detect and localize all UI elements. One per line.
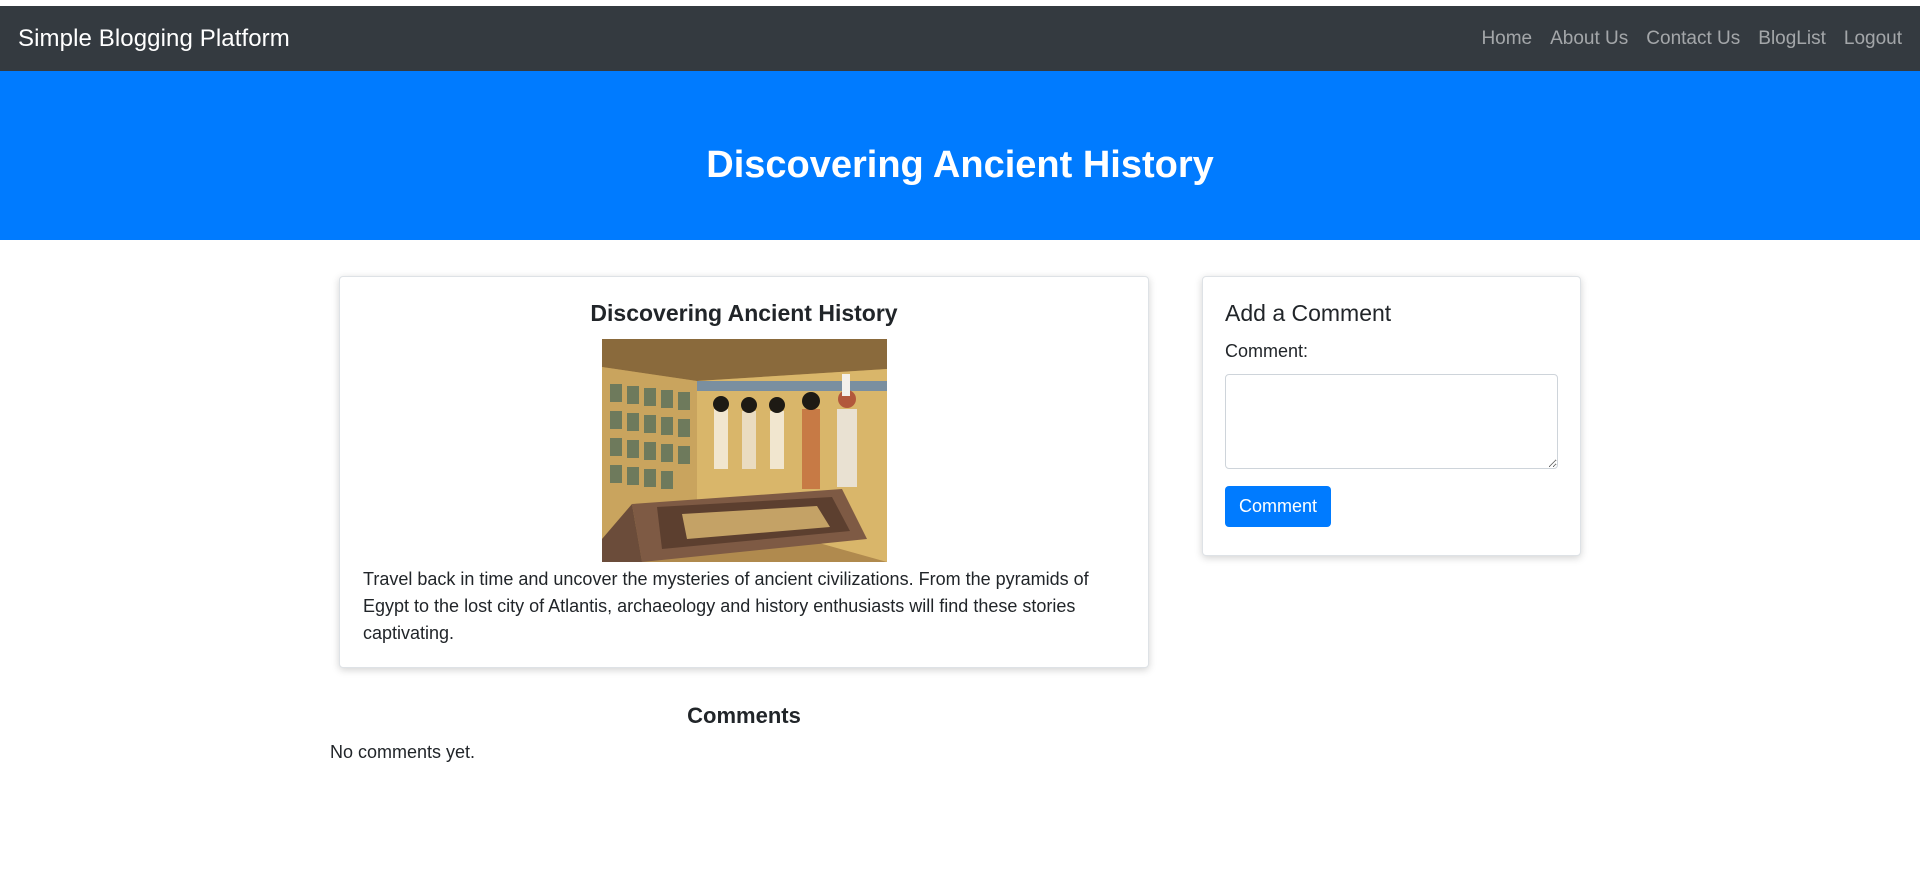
post-card: Discovering Ancient History Travel back …	[339, 276, 1149, 668]
comments-heading: Comments	[687, 703, 801, 728]
comment-textarea[interactable]	[1225, 374, 1558, 469]
navbar: Simple Blogging Platform Home About Us C…	[0, 6, 1920, 71]
comment-form-card: Add a Comment Comment: Comment	[1202, 276, 1581, 556]
nav-links: Home About Us Contact Us BlogList Logout	[1463, 28, 1902, 50]
nav-link-logout[interactable]: Logout	[1844, 28, 1902, 50]
post-image	[601, 339, 887, 562]
comment-submit-button[interactable]: Comment	[1225, 486, 1332, 527]
comment-field-label: Comment:	[1225, 341, 1309, 361]
nav-link-contact-us[interactable]: Contact Us	[1646, 28, 1740, 50]
brand-link[interactable]: Simple Blogging Platform	[18, 25, 290, 53]
hero-banner: Discovering Ancient History	[0, 71, 1920, 240]
post-body: Travel back in time and uncover the myst…	[363, 569, 1089, 643]
nav-link-about-us[interactable]: About Us	[1550, 28, 1628, 50]
no-comments-message: No comments yet.	[330, 742, 476, 762]
post-title: Discovering Ancient History	[590, 300, 898, 326]
nav-link-bloglist[interactable]: BlogList	[1758, 28, 1826, 50]
hero-title: Discovering Ancient History	[706, 144, 1214, 186]
comment-form-heading: Add a Comment	[1225, 300, 1392, 326]
nav-link-home[interactable]: Home	[1481, 28, 1532, 50]
